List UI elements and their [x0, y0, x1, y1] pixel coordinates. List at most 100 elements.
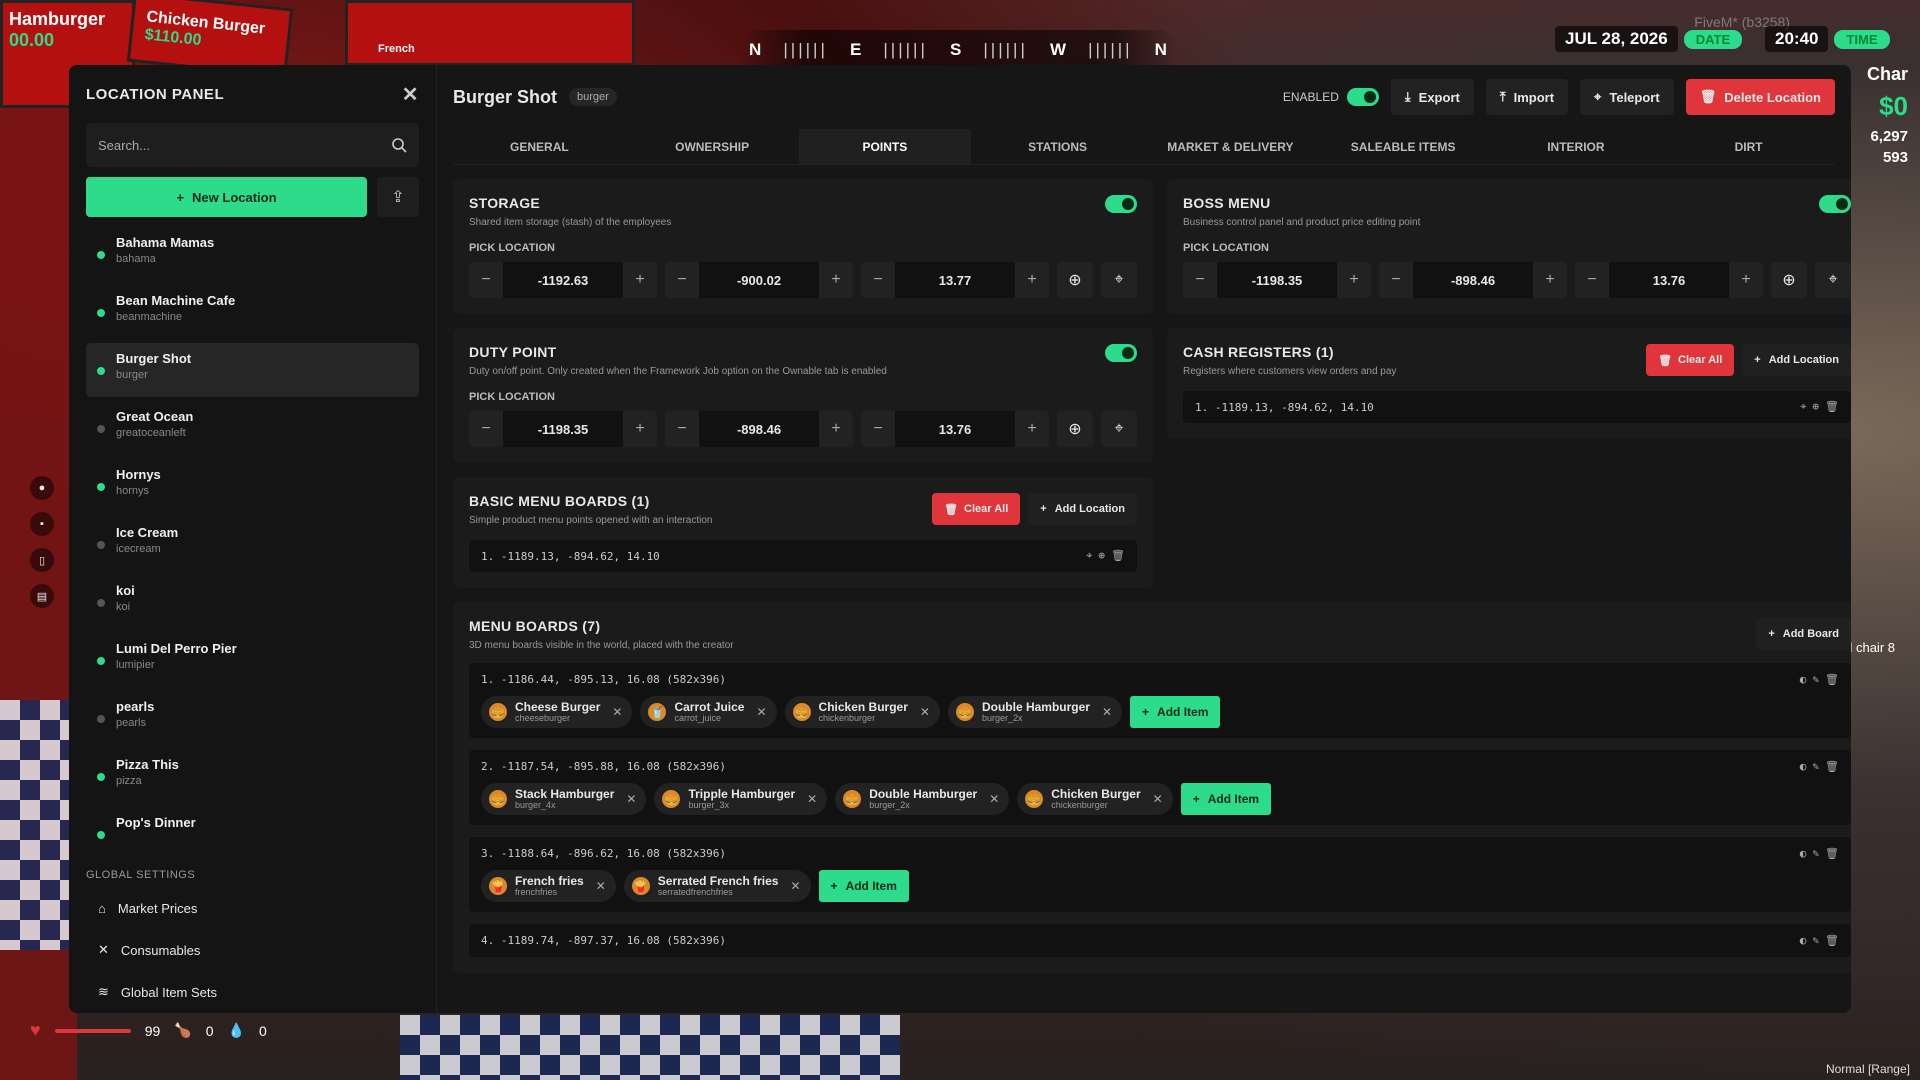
palette-icon[interactable]: ◐ [1800, 760, 1807, 773]
decrement-button[interactable]: − [469, 411, 503, 447]
coord-x-field[interactable]: -1192.63 [503, 262, 623, 298]
close-icon[interactable]: ✕ [402, 82, 419, 107]
trash-icon[interactable]: 🗑 [1825, 760, 1839, 773]
pin-icon[interactable]: ⌖ [1815, 262, 1851, 298]
global-item-market-prices[interactable]: ⌂ Market Prices [86, 887, 419, 929]
boss-toggle[interactable] [1819, 195, 1851, 213]
tab-saleable-items[interactable]: SALEABLE ITEMS [1317, 129, 1490, 164]
global-item-sets[interactable]: ≋ Global Item Sets [86, 971, 419, 1013]
remove-icon[interactable]: ✕ [1102, 705, 1112, 719]
sidebar-item-location[interactable]: pearls pearls [86, 691, 419, 745]
delete-location-button[interactable]: 🗑 Delete Location [1685, 79, 1835, 115]
decrement-button[interactable]: − [861, 411, 895, 447]
clear-all-button[interactable]: 🗑 Clear All [932, 493, 1021, 525]
pin-icon[interactable]: ⌖ [1086, 549, 1092, 563]
pencil-icon[interactable]: ✎ [1812, 760, 1819, 773]
coord-z-field[interactable]: 13.76 [1609, 262, 1729, 298]
sidebar-item-location[interactable]: Burger Shot burger [86, 343, 419, 397]
palette-icon[interactable]: ◐ [1800, 673, 1807, 686]
enabled-toggle[interactable] [1346, 88, 1379, 106]
crosshair-icon[interactable]: ⊕ [1057, 411, 1093, 447]
coord-y-field[interactable]: -898.46 [1413, 262, 1533, 298]
palette-icon[interactable]: ◐ [1800, 847, 1807, 860]
decrement-button[interactable]: − [1183, 262, 1217, 298]
tab-stations[interactable]: STATIONS [971, 129, 1144, 164]
tab-general[interactable]: GENERAL [453, 129, 626, 164]
crosshair-icon[interactable]: ⊕ [1057, 262, 1093, 298]
sidebar-item-location[interactable]: Pop's Dinner [86, 807, 419, 861]
remove-icon[interactable]: ✕ [807, 792, 817, 806]
coord-z-field[interactable]: 13.76 [895, 411, 1015, 447]
remove-icon[interactable]: ✕ [612, 705, 622, 719]
coord-y-field[interactable]: -900.02 [699, 262, 819, 298]
trash-icon[interactable]: 🗑 [1825, 673, 1839, 686]
remove-icon[interactable]: ✕ [989, 792, 999, 806]
coord-x-field[interactable]: -1198.35 [1217, 262, 1337, 298]
remove-icon[interactable]: ✕ [790, 879, 800, 893]
pencil-icon[interactable]: ✎ [1812, 847, 1819, 860]
pencil-icon[interactable]: ✎ [1812, 934, 1819, 947]
decrement-button[interactable]: − [665, 411, 699, 447]
increment-button[interactable]: + [1015, 262, 1049, 298]
remove-icon[interactable]: ✕ [626, 792, 636, 806]
trash-icon[interactable]: 🗑 [1825, 400, 1839, 414]
decrement-button[interactable]: − [861, 262, 895, 298]
coord-z-field[interactable]: 13.77 [895, 262, 1015, 298]
pin-icon[interactable]: ⌖ [1800, 400, 1806, 414]
tab-ownership[interactable]: OWNERSHIP [626, 129, 799, 164]
coord-y-field[interactable]: -898.46 [699, 411, 819, 447]
increment-button[interactable]: + [1015, 411, 1049, 447]
search-input[interactable]: Search... [86, 123, 419, 167]
remove-icon[interactable]: ✕ [920, 705, 930, 719]
sidebar-item-location[interactable]: Pizza This pizza [86, 749, 419, 803]
tab-dirt[interactable]: DIRT [1662, 129, 1835, 164]
upload-button[interactable]: ⇪ [377, 177, 419, 217]
tab-points[interactable]: POINTS [798, 129, 972, 164]
add-item-button[interactable]: + Add Item [1180, 783, 1272, 815]
new-location-button[interactable]: + New Location [86, 177, 367, 217]
trash-icon[interactable]: 🗑 [1825, 934, 1839, 947]
sidebar-item-location[interactable]: Great Ocean greatoceanleft [86, 401, 419, 455]
import-button[interactable]: ⤒ Import [1485, 79, 1569, 115]
add-location-button[interactable]: + Add Location [1028, 493, 1137, 525]
increment-button[interactable]: + [623, 262, 657, 298]
pencil-icon[interactable]: ✎ [1812, 673, 1819, 686]
decrement-button[interactable]: − [1575, 262, 1609, 298]
crosshair-icon[interactable]: ⊕ [1098, 549, 1105, 563]
clear-all-button[interactable]: 🗑 Clear All [1646, 344, 1735, 376]
storage-toggle[interactable] [1105, 195, 1137, 213]
increment-button[interactable]: + [819, 411, 853, 447]
sidebar-item-location[interactable]: Lumi Del Perro Pier lumipier [86, 633, 419, 687]
teleport-button[interactable]: ⌖ Teleport [1580, 79, 1674, 115]
increment-button[interactable]: + [623, 411, 657, 447]
add-board-button[interactable]: + Add Board [1756, 618, 1851, 650]
tab-market-delivery[interactable]: MARKET & DELIVERY [1144, 129, 1317, 164]
global-item-consumables[interactable]: ✕ Consumables [86, 929, 419, 971]
add-item-button[interactable]: + Add Item [818, 870, 909, 902]
sidebar-item-location[interactable]: koi koi [86, 575, 419, 629]
add-item-button[interactable]: + Add Item [1130, 696, 1221, 728]
sidebar-item-location[interactable]: Ice Cream icecream [86, 517, 419, 571]
duty-toggle[interactable] [1105, 344, 1137, 362]
remove-icon[interactable]: ✕ [1153, 792, 1163, 806]
add-location-button[interactable]: + Add Location [1742, 344, 1851, 376]
trash-icon[interactable]: 🗑 [1825, 847, 1839, 860]
tab-interior[interactable]: INTERIOR [1490, 129, 1663, 164]
pin-icon[interactable]: ⌖ [1101, 411, 1137, 447]
remove-icon[interactable]: ✕ [756, 705, 766, 719]
palette-icon[interactable]: ◐ [1800, 934, 1807, 947]
remove-icon[interactable]: ✕ [596, 879, 606, 893]
increment-button[interactable]: + [1337, 262, 1371, 298]
coord-x-field[interactable]: -1198.35 [503, 411, 623, 447]
sidebar-item-location[interactable]: Hornys hornys [86, 459, 419, 513]
decrement-button[interactable]: − [1379, 262, 1413, 298]
trash-icon[interactable]: 🗑 [1111, 549, 1125, 563]
crosshair-icon[interactable]: ⊕ [1771, 262, 1807, 298]
crosshair-icon[interactable]: ⊕ [1812, 400, 1819, 414]
increment-button[interactable]: + [1729, 262, 1763, 298]
increment-button[interactable]: + [1533, 262, 1567, 298]
decrement-button[interactable]: − [469, 262, 503, 298]
pin-icon[interactable]: ⌖ [1101, 262, 1137, 298]
sidebar-item-location[interactable]: Bean Machine Cafe beanmachine [86, 285, 419, 339]
sidebar-item-location[interactable]: Bahama Mamas bahama [86, 227, 419, 281]
